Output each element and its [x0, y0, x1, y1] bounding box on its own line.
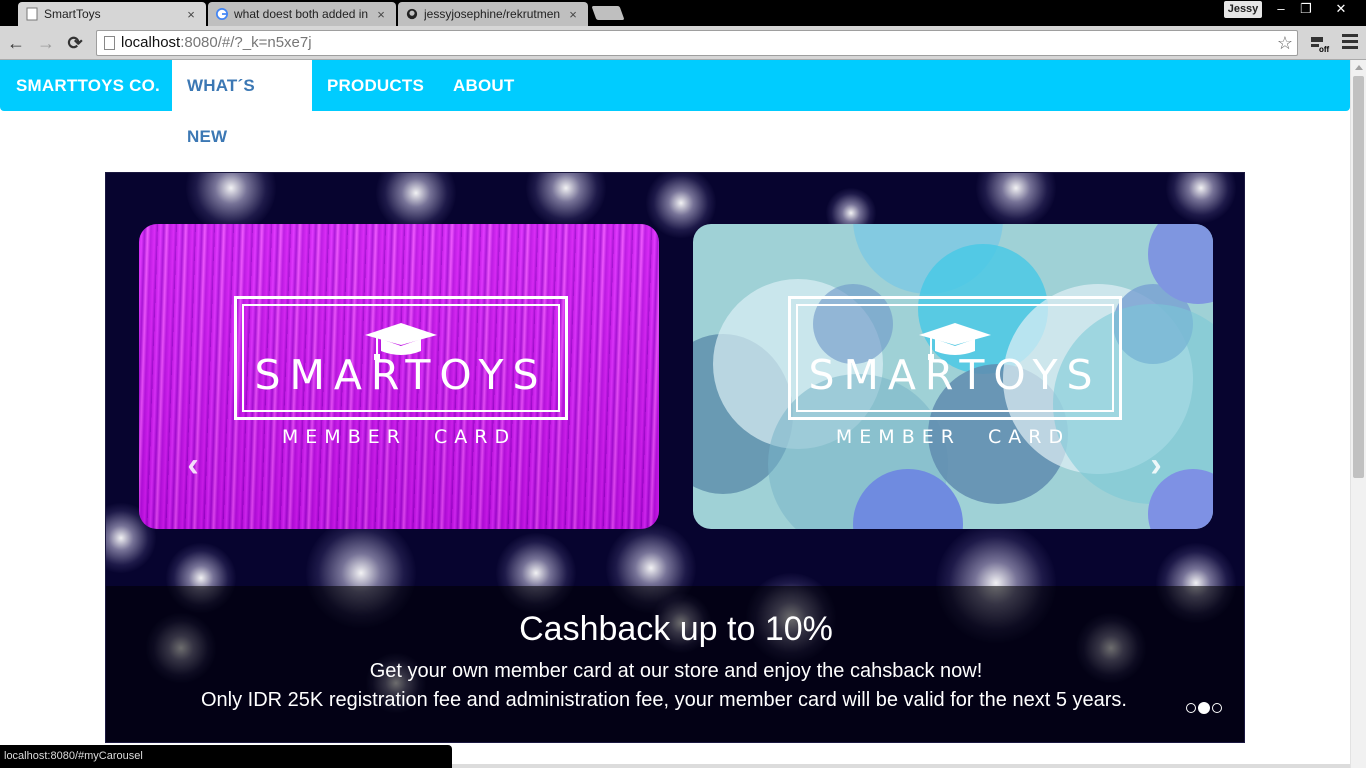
restore-button[interactable]: ❐ — [1294, 1, 1318, 18]
page-icon — [104, 36, 115, 50]
card-subtitle: MEMBER CARD — [281, 426, 517, 448]
forward-button[interactable]: → — [35, 32, 57, 54]
tab-title: SmartToys — [44, 7, 101, 21]
browser-toolbar: ← → ⟳ localhost:8080/#/?_k=n5xe7j ☆ off — [0, 26, 1366, 60]
address-host: localhost — [121, 34, 181, 51]
logo-frame: SMARTOYS — [234, 296, 568, 420]
graduation-cap-icon — [365, 323, 437, 360]
bookmark-star-icon[interactable]: ☆ — [1277, 31, 1293, 55]
nav-products[interactable]: PRODUCTS — [312, 60, 439, 111]
caption-title: Cashback up to 10% — [519, 610, 833, 648]
browser-menu-icon[interactable] — [1342, 34, 1358, 52]
graduation-cap-icon — [919, 323, 991, 360]
page-scrollbar[interactable] — [1350, 60, 1366, 768]
carousel-indicator-active[interactable] — [1198, 702, 1210, 714]
carousel-next-icon[interactable]: › — [1143, 447, 1169, 483]
nav-about[interactable]: ABOUT — [438, 60, 529, 111]
tab-close-icon[interactable]: × — [566, 7, 580, 22]
extension-glyph-icon: off — [1311, 37, 1330, 54]
tab-github[interactable]: jessyjosephine/rekrutmen × — [398, 2, 588, 26]
page-bottom-edge — [452, 764, 1350, 768]
carousel-indicator[interactable] — [1212, 703, 1222, 713]
my-carousel: SMARTOYS MEMBER CARD SMARTOYS MEMBER CAR… — [105, 172, 1245, 743]
scrollbar-thumb[interactable] — [1353, 76, 1364, 478]
carousel-indicator[interactable] — [1186, 703, 1196, 713]
tab-close-icon[interactable]: × — [184, 7, 198, 22]
back-button[interactable]: ← — [5, 32, 27, 54]
tab-close-icon[interactable]: × — [374, 7, 388, 22]
carousel-prev-icon[interactable]: ‹ — [180, 447, 206, 483]
site-navbar: SMARTTOYS CO. WHAT´S NEW PRODUCTS ABOUT — [0, 60, 1350, 146]
nav-whats-new[interactable]: WHAT´S NEW — [172, 60, 312, 146]
bokeh-light — [976, 173, 1056, 228]
github-icon — [406, 8, 418, 20]
carousel-indicators — [1186, 701, 1224, 715]
new-tab-button[interactable] — [591, 6, 625, 20]
navbar-brand[interactable]: SMARTTOYS CO. — [1, 60, 175, 111]
google-icon — [216, 8, 228, 20]
card-subtitle: MEMBER CARD — [835, 426, 1071, 448]
member-card-blue: SMARTOYS MEMBER CARD — [693, 224, 1213, 529]
card-logo-text: SMARTOYS — [254, 351, 548, 399]
status-bar-url: localhost:8080/#myCarousel — [0, 745, 452, 768]
tab-google-search[interactable]: what doest both added in × — [208, 2, 396, 26]
member-card-purple: SMARTOYS MEMBER CARD — [139, 224, 659, 529]
carousel-caption: Cashback up to 10% Get your own member c… — [106, 586, 1244, 742]
logo-frame: SMARTOYS — [788, 296, 1122, 420]
profile-button[interactable]: Jessy — [1224, 1, 1262, 18]
bokeh-light — [526, 173, 606, 228]
reload-button[interactable]: ⟳ — [64, 32, 86, 54]
caption-line-1: Get your own member card at our store an… — [369, 660, 983, 682]
extension-label: off — [1319, 45, 1330, 53]
address-path: :8080/#/?_k=n5xe7j — [180, 34, 312, 51]
close-window-button[interactable]: ✕ — [1320, 1, 1362, 18]
bokeh-light — [1166, 173, 1236, 223]
scroll-up-arrow-icon[interactable] — [1355, 65, 1363, 70]
page-icon — [26, 7, 38, 21]
address-bar[interactable]: localhost:8080/#/?_k=n5xe7j ☆ — [96, 30, 1298, 56]
extension-icon[interactable]: off — [1310, 35, 1332, 54]
page-viewport: SMARTTOYS CO. WHAT´S NEW PRODUCTS ABOUT — [0, 60, 1350, 768]
tab-title: what doest both added in — [234, 7, 369, 21]
tab-title: jessyjosephine/rekrutmen — [424, 7, 561, 21]
caption-line-2: Only IDR 25K registration fee and admini… — [201, 689, 1127, 711]
card-logo-text: SMARTOYS — [808, 351, 1102, 399]
browser-tab-strip: SmartToys × what doest both added in × j… — [0, 0, 1366, 26]
minimize-button[interactable]: – — [1270, 1, 1292, 18]
tab-smarttoys[interactable]: SmartToys × — [18, 2, 206, 26]
